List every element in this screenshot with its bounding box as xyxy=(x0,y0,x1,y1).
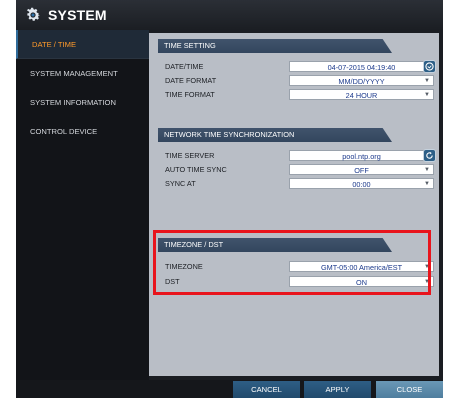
title-bar: SYSTEM xyxy=(16,0,443,30)
dst-select[interactable]: ON ▼ xyxy=(289,276,434,287)
calendar-button[interactable] xyxy=(423,60,436,73)
row-time-format: TIME FORMAT 24 HOUR ▼ xyxy=(165,89,435,101)
date-time-field[interactable]: 04-07-2015 04:19:40 xyxy=(289,61,434,72)
chevron-down-icon: ▼ xyxy=(424,78,430,84)
chevron-down-icon: ▼ xyxy=(424,279,430,285)
date-time-label: DATE/TIME xyxy=(165,62,204,71)
apply-button[interactable]: APPLY xyxy=(304,381,371,398)
content-area: TIME SETTING DATE/TIME 04-07-2015 04:19:… xyxy=(149,30,443,380)
section-timezone-dst: TIMEZONE / DST xyxy=(158,238,392,252)
row-timezone: TIMEZONE GMT-05:00 America/EST ▼ xyxy=(165,261,435,273)
chevron-down-icon: ▼ xyxy=(424,92,430,98)
auto-sync-label: AUTO TIME SYNC xyxy=(165,165,227,174)
cancel-button[interactable]: CANCEL xyxy=(233,381,300,398)
sync-at-select[interactable]: 00:00 ▼ xyxy=(289,178,434,189)
sidebar-item-system-management[interactable]: SYSTEM MANAGEMENT xyxy=(16,59,149,88)
section-time-setting: TIME SETTING xyxy=(158,39,392,53)
sync-at-label: SYNC AT xyxy=(165,179,196,188)
time-format-select[interactable]: 24 HOUR ▼ xyxy=(289,89,434,100)
gear-icon xyxy=(26,7,41,21)
dst-label: DST xyxy=(165,277,180,286)
date-time-value: 04-07-2015 04:19:40 xyxy=(327,63,396,72)
chevron-down-icon: ▼ xyxy=(424,167,430,173)
date-format-value: MM/DD/YYYY xyxy=(338,77,385,86)
row-sync-at: SYNC AT 00:00 ▼ xyxy=(165,178,435,190)
row-time-server: TIME SERVER pool.ntp.org xyxy=(165,150,435,162)
sidebar-item-date-time[interactable]: DATE / TIME xyxy=(16,30,149,59)
time-server-field[interactable]: pool.ntp.org xyxy=(289,150,434,161)
chevron-down-icon: ▼ xyxy=(424,264,430,270)
system-window: SYSTEM DATE / TIME SYSTEM MANAGEMENT SYS… xyxy=(16,0,443,398)
date-format-select[interactable]: MM/DD/YYYY ▼ xyxy=(289,75,434,86)
sync-at-value: 00:00 xyxy=(352,180,371,189)
refresh-icon xyxy=(426,151,433,159)
time-format-label: TIME FORMAT xyxy=(165,90,215,99)
section-ntp: NETWORK TIME SYNCHRONIZATION xyxy=(158,128,392,142)
time-server-label: TIME SERVER xyxy=(165,151,215,160)
time-format-value: 24 HOUR xyxy=(345,91,378,100)
dst-value: ON xyxy=(356,278,367,287)
auto-sync-value: OFF xyxy=(354,166,369,175)
auto-sync-select[interactable]: OFF ▼ xyxy=(289,164,434,175)
row-auto-sync: AUTO TIME SYNC OFF ▼ xyxy=(165,164,435,176)
time-server-value: pool.ntp.org xyxy=(342,152,381,161)
footer-bar: CANCEL APPLY CLOSE xyxy=(16,380,443,398)
chevron-down-icon: ▼ xyxy=(424,181,430,187)
sidebar-item-control-device[interactable]: CONTROL DEVICE xyxy=(16,117,149,146)
window-title: SYSTEM xyxy=(48,7,107,23)
row-date-time: DATE/TIME 04-07-2015 04:19:40 xyxy=(165,61,435,73)
date-format-label: DATE FORMAT xyxy=(165,76,217,85)
timezone-label: TIMEZONE xyxy=(165,262,203,271)
refresh-button[interactable] xyxy=(423,149,436,162)
row-date-format: DATE FORMAT MM/DD/YYYY ▼ xyxy=(165,75,435,87)
close-button[interactable]: CLOSE xyxy=(376,381,443,398)
sidebar: DATE / TIME SYSTEM MANAGEMENT SYSTEM INF… xyxy=(16,30,149,380)
row-dst: DST ON ▼ xyxy=(165,276,435,288)
sidebar-item-system-information[interactable]: SYSTEM INFORMATION xyxy=(16,88,149,117)
timezone-select[interactable]: GMT-05:00 America/EST ▼ xyxy=(289,261,434,272)
timezone-value: GMT-05:00 America/EST xyxy=(320,263,403,272)
calendar-icon xyxy=(425,62,434,71)
settings-panel: TIME SETTING DATE/TIME 04-07-2015 04:19:… xyxy=(149,33,439,376)
